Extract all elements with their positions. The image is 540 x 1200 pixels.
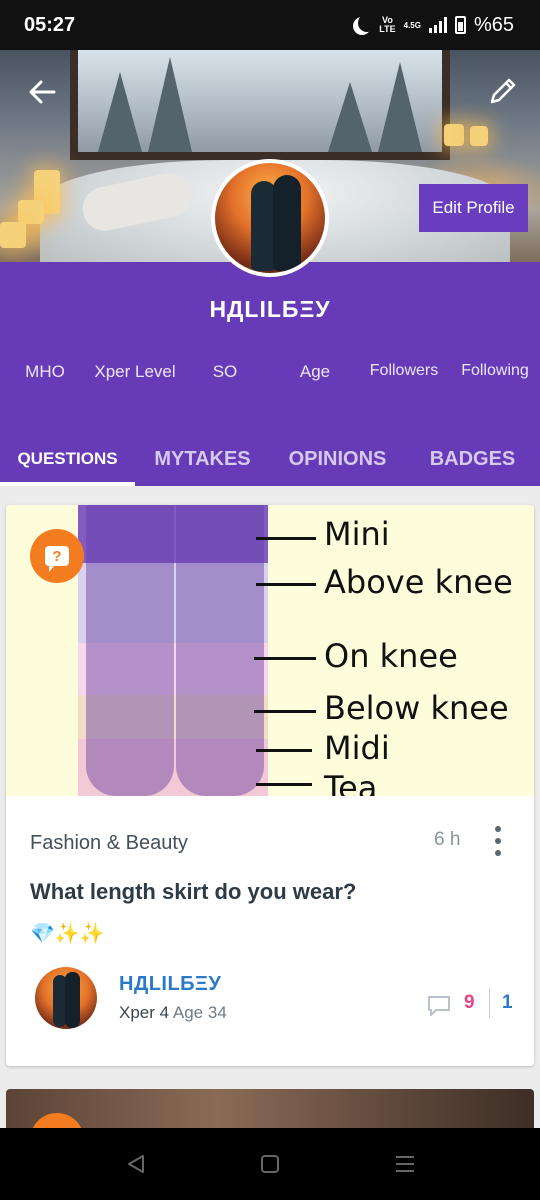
profile-stats: MHO Xper Level SO Age Followers Followin…	[0, 362, 540, 382]
stat-so[interactable]: SO	[213, 362, 238, 382]
cover-tree	[148, 57, 192, 152]
stat-following[interactable]: Following	[461, 362, 529, 380]
tab-questions[interactable]: QUESTIONS	[0, 432, 135, 486]
tab-mytakes[interactable]: MYTAKES	[135, 432, 270, 486]
label-tea: Tea	[324, 769, 378, 796]
nav-home-icon[interactable]	[257, 1152, 283, 1176]
more-options-icon[interactable]	[488, 826, 508, 856]
battery-icon	[454, 16, 466, 34]
battery-percent: %65	[473, 13, 514, 36]
label-pointer	[254, 657, 316, 660]
question-image[interactable]: Mini Above knee On knee Below knee Midi …	[6, 505, 534, 796]
label-below-knee: Below knee	[324, 689, 509, 727]
post-category[interactable]: Fashion & Beauty	[30, 832, 188, 855]
cover-candle	[18, 200, 44, 224]
question-type-badge: ?	[30, 529, 84, 583]
question-emoji: 💎✨✨	[30, 921, 105, 945]
stat-mho[interactable]: MHO	[25, 362, 65, 382]
cover-candle	[0, 222, 26, 248]
avatar-figure	[65, 972, 80, 1028]
nav-back-icon[interactable]	[123, 1152, 149, 1176]
label-pointer	[254, 710, 316, 713]
author-meta: Xper 4 Age 34	[119, 1003, 227, 1023]
back-arrow-icon[interactable]	[26, 76, 58, 108]
tab-badges[interactable]: BADGES	[405, 432, 540, 486]
stat-xper-level[interactable]: Xper Level	[94, 362, 175, 382]
cover-candle	[444, 124, 464, 146]
pencil-icon[interactable]	[486, 74, 520, 108]
author-avatar[interactable]	[35, 967, 97, 1029]
active-tab-indicator	[0, 482, 135, 486]
do-not-disturb-icon	[358, 14, 376, 32]
avatar-figure	[273, 175, 301, 271]
label-pointer	[256, 783, 312, 786]
skirt-length-diagram	[78, 505, 268, 796]
profile-screen: 05:27 Vo LTE 4.5G %65 Edit Profile НДLIL…	[0, 0, 540, 1200]
post-time: 6 h	[434, 829, 461, 850]
label-pointer	[256, 537, 316, 540]
cover-window	[70, 50, 450, 160]
edit-profile-button[interactable]: Edit Profile	[419, 184, 528, 232]
nav-recents-icon[interactable]	[392, 1152, 418, 1176]
network-gen: 4.5G	[403, 20, 421, 30]
status-time: 05:27	[24, 13, 76, 36]
profile-avatar[interactable]	[211, 159, 329, 277]
cover-tree	[328, 82, 372, 152]
author-age: Age 34	[172, 1003, 227, 1022]
label-on-knee: On knee	[324, 637, 458, 675]
status-icons: Vo LTE 4.5G %65	[353, 14, 514, 37]
label-pointer	[256, 583, 316, 586]
label-pointer	[256, 749, 312, 752]
cover-candle	[470, 126, 488, 146]
tab-opinions[interactable]: OPINIONS	[270, 432, 405, 486]
question-card[interactable]: Mini Above knee On knee Below knee Midi …	[6, 505, 534, 1066]
label-above-knee: Above knee	[324, 563, 513, 601]
cover-tree	[98, 72, 142, 152]
volte-bottom: LTE	[379, 24, 396, 34]
secondary-count[interactable]: 1	[502, 992, 513, 1014]
profile-tabs: QUESTIONS MYTAKES OPINIONS BADGES	[0, 432, 540, 486]
profile-username: НДLILБΞУ	[209, 296, 331, 322]
cover-tree	[378, 62, 422, 152]
stat-followers[interactable]: Followers	[370, 362, 438, 380]
stat-age[interactable]: Age	[300, 362, 330, 382]
signal-icon	[428, 17, 447, 33]
volte-indicator: Vo LTE	[379, 16, 395, 34]
count-divider	[489, 988, 490, 1018]
comment-icon[interactable]	[426, 995, 452, 1017]
author-name[interactable]: НДLILБΞУ	[119, 973, 221, 996]
author-xper: Xper 4	[119, 1003, 170, 1022]
system-nav-bar	[0, 1128, 540, 1200]
profile-header: НДLILБΞУ MHO Xper Level SO Age Followers…	[0, 262, 540, 486]
opinion-count[interactable]: 9	[464, 992, 475, 1014]
label-mini: Mini	[324, 515, 390, 553]
label-midi: Midi	[324, 729, 390, 767]
question-bubble-icon: ?	[45, 546, 69, 572]
status-bar: 05:27 Vo LTE 4.5G %65	[0, 0, 540, 50]
question-title[interactable]: What length skirt do you wear?	[30, 879, 356, 905]
diagram-mini-fill	[78, 505, 268, 563]
